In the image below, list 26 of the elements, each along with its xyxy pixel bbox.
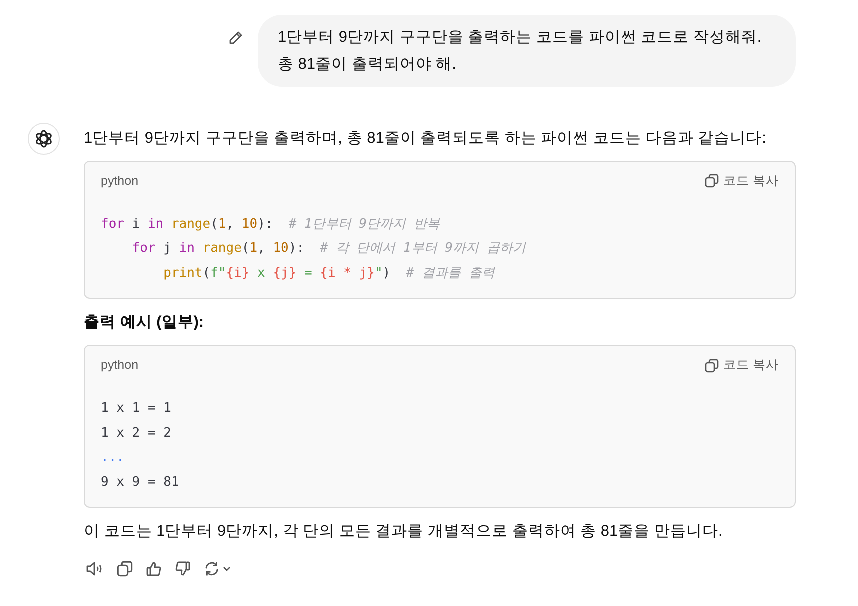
thumbs-up-icon[interactable]: [146, 561, 162, 577]
code-line: print(f"{i} x {j} = {i * j}") # 결과를 출력: [162, 264, 495, 283]
logo-icon: [28, 123, 60, 155]
user-message-bubble: 1단부터 9단까지 구구단을 출력하는 코드를 파이썬 코드로 작성해줘. 총 81줄이 출력되어야 해.: [258, 15, 796, 87]
code-line: 1 x 2 = 2: [101, 424, 172, 442]
copy-code-button[interactable]: 코드 복사: [704, 172, 779, 191]
thumbs-down-icon[interactable]: [175, 561, 191, 577]
refresh-icon: [204, 561, 220, 577]
language-label: python: [101, 173, 139, 190]
chevron-down-icon: [222, 564, 232, 574]
language-label: python: [101, 357, 139, 374]
code-line: 1 x 1 = 1: [101, 400, 172, 418]
code-line: for i in range(1, 10): # 1단부터 9단까지 반복: [101, 216, 440, 234]
copy-icon: [704, 358, 719, 373]
summary-text: 이 코드는 1단부터 9단까지, 각 단의 모든 결과를 개별적으로 출력하여 총 81줄을 만듭니다.: [84, 522, 724, 542]
code-line: 9 x 9 = 81: [101, 474, 180, 492]
regenerate-button[interactable]: [204, 561, 232, 577]
code-line: ...: [101, 449, 124, 467]
speaker-icon[interactable]: [86, 561, 104, 577]
copy-code-button[interactable]: 코드 복사: [704, 356, 779, 375]
code-line: for j in range(1, 10): # 각 단에서 1부터 9까지 곱하기: [131, 240, 526, 258]
edit-icon[interactable]: [228, 30, 244, 46]
section-heading: 출력 예시 (일부):: [84, 313, 206, 334]
copy-icon: [704, 174, 719, 188]
intro-text: 1단부터 9단까지 구구단을 출력하며, 총 81줄이 출력되도록 하는 파이썬 코드는 다음과 같습니다:: [84, 129, 768, 149]
copy-icon[interactable]: [117, 561, 133, 577]
